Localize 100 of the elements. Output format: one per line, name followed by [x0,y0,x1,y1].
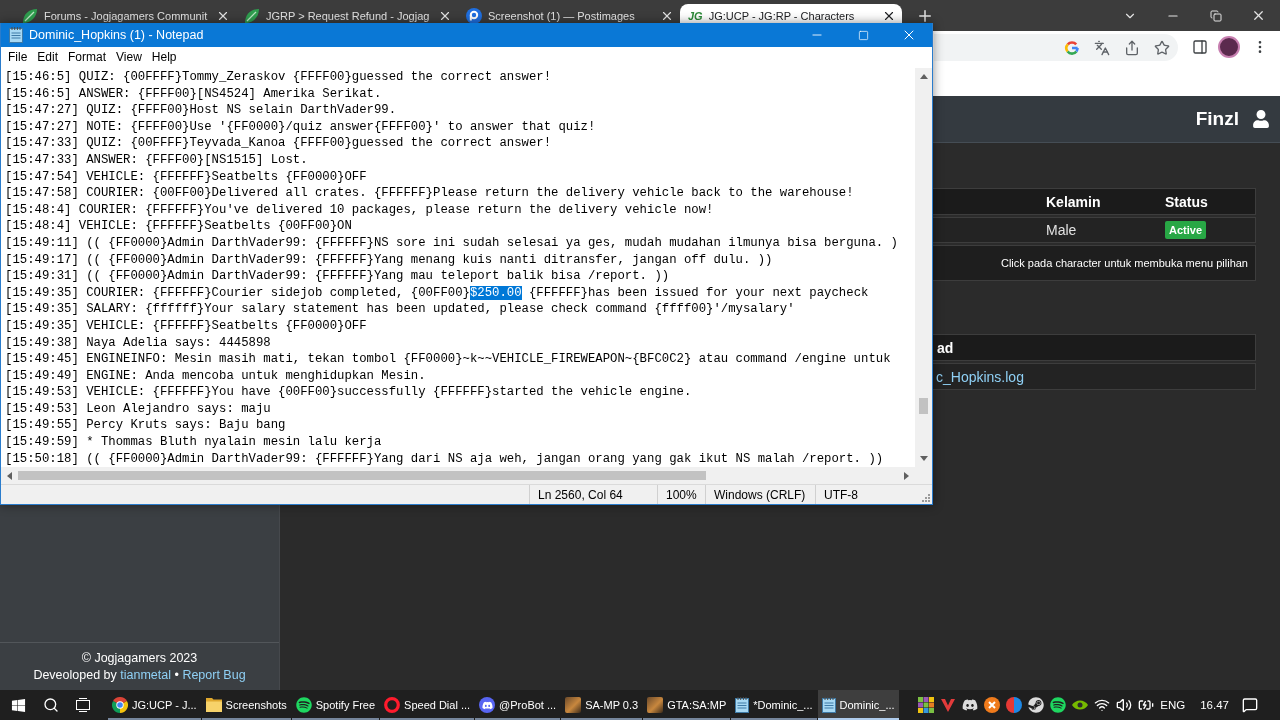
menu-item[interactable]: File [3,47,33,68]
restore-icon[interactable] [1209,9,1222,22]
menu-item[interactable]: View [111,47,147,68]
text-line: [15:46:5] ANSWER: {FFFF00}[NS4524] Amerika Serikat. [5,85,383,103]
credit-text: Deveoloped by tianmetal • Report Bug [33,668,246,682]
color-grid-icon[interactable] [918,697,935,713]
p-badge-icon [466,8,482,24]
avatar-icon[interactable] [1218,36,1240,58]
encoding: UTF-8 [824,487,858,502]
menu-item[interactable]: Format [63,47,112,68]
speaker-icon[interactable] [1116,697,1133,713]
g-logo-icon[interactable] [1064,39,1080,56]
text-line: [15:49:35] SALARY: {ffffff}Your salary statement has been updated, please check command {ffff00}'/mysalary' [5,301,796,318]
window-title: Dominic_Hopkins (1) - Notepad [29,28,204,42]
taskbar-app[interactable]: JG:UCP - J... [108,690,201,720]
taskbar-app[interactable]: GTA:SA:MP [643,690,731,720]
text-line: [15:49:49] ENGINE: Anda mencoba untuk menghidupkan Mesin. [5,367,427,385]
text-line: [15:49:55] Percy Kruts says: Baju bang [5,417,287,435]
text-line: [15:49:45] ENGINEINFO: Mesin masih mati, tekan tombol {FF0000}~k~~VEHICLE_FIREWEAPON~{BFC0C2} atau command /engine untuk [5,351,892,368]
text-line: [15:47:33] ANSWER: {FFFF00}[NS1515] Lost. [5,151,309,169]
scrollbar-thumb[interactable] [919,398,928,414]
text-line: [15:49:35] COURIER: {FFFFFF}Courier sidejob completed, {00FF00}$250.00 {FFFFFF}has been issued for your next paycheck [5,284,870,302]
triangle-left-icon[interactable] [7,471,12,480]
resize-grip-icon[interactable] [921,493,930,502]
close-icon[interactable] [660,9,674,23]
author-link[interactable]: tianmetal [120,668,171,682]
split-circle-icon[interactable] [1006,697,1023,713]
address-bar[interactable] [934,34,1178,61]
text-line: [15:46:5] QUIZ: {00FFFF}Tommy_Zeraskov {FFFF00}guessed the correct answer! [5,69,553,86]
vertical-scrollbar[interactable] [915,68,932,467]
leaf-logo-icon [22,8,38,24]
cursor-position: Ln 2560, Col 64 [538,487,623,502]
x-circle-icon[interactable] [984,697,1001,713]
taskbar-app[interactable]: Spotify Free [291,690,380,720]
hint-text: Click pada character untuk membuka menu pilihan [1000,257,1248,269]
text-selection: $250.00 [469,285,522,300]
game-art-icon [647,697,664,713]
taskbar-app[interactable]: @ProBot ... [475,690,561,720]
text-line: [15:47:27] NOTE: {FFFF00}Use '{FF0000}/quiz answer{FFFF00}' to answer that quiz! [5,118,597,136]
share-icon[interactable] [1124,39,1140,56]
text-line: [15:49:17] (( {FF0000}Admin DarthVader99: {FFFFFF}Yang menang kuis nanti ditransfer, jangan off dulu. )) [5,251,774,269]
leaf-logo-icon [244,8,260,24]
taskbar-app[interactable]: Screenshots [201,690,291,720]
game-art-icon [565,697,582,713]
controller-face-icon[interactable] [962,697,979,713]
wifi-icon[interactable] [1094,697,1111,713]
triangle-up-icon[interactable] [919,74,928,79]
user-name[interactable]: Finzl [1195,108,1239,130]
triangle-down-icon[interactable] [919,456,928,461]
browser-tab[interactable]: JGRP > Request Refund - Jogjag [236,4,458,23]
taskbar-app[interactable]: Dominic_... [817,690,899,720]
taskbar-app[interactable]: *Dominic_... [731,690,817,720]
text-line: [15:49:59] * Thommas Bluth nyalain mesin lalu kerja [5,434,383,451]
zoom-level: 100% [666,487,697,502]
text-line: [15:49:53] Leon Alejandro says: maju [5,400,272,418]
column-header: ad [937,339,954,356]
star-icon[interactable] [1154,39,1170,56]
text-line: [15:47:27] QUIZ: {FFFF00}Host NS selain DarthVader99. [5,102,398,119]
four-panes-logo-icon[interactable] [10,697,26,713]
close-icon[interactable] [438,9,452,23]
clock[interactable]: 16.47 [1200,699,1229,711]
text-line: [15:49:53] VEHICLE: {FFFFFF}You have {00FF00}successfully {FFFFFF}started the vehicle engine. [5,384,693,401]
text-line: [15:50:18] (( {FF0000}Admin DarthVader99: {FFFFFF}Yang dari NS aja weh, jangan orang yang gak ikut NS malah /report. )) [5,450,885,467]
folder-icon [205,698,222,712]
scrollbar-thumb[interactable] [18,471,706,480]
text-line: [15:48:4] COURIER: {FFFFFF}You've delivered 10 packages, please return the delivery vehicle now! [5,201,715,219]
menu-item[interactable]: Help [146,47,182,68]
text-line: [15:47:33] QUIZ: {00FFFF}Teyvada_Kanoa {FFFF00}guessed the correct answer! [5,135,553,152]
close-icon[interactable] [216,9,230,23]
task-view-icon[interactable] [75,697,91,713]
report-bug-link[interactable]: Report Bug [182,668,246,682]
battery-icon[interactable] [1138,697,1155,713]
close-icon[interactable] [882,9,896,23]
search-icon[interactable] [43,697,59,713]
text-line: [15:49:38] Naya Adelia says: 4445898 [5,334,272,352]
file-link[interactable]: c_Hopkins.log [936,368,1024,385]
piston-logo-icon[interactable] [1028,697,1045,713]
ring-icon [384,697,401,713]
notepad-icon [9,27,23,43]
status-badge: Active [1165,221,1207,239]
browser-tab[interactable]: JG JG:UCP - JG:RP - Characters [680,4,902,23]
translate-icon[interactable] [1094,39,1110,56]
plus-icon[interactable] [916,7,934,25]
eye-logo-icon[interactable] [1072,699,1089,711]
close-icon[interactable] [1251,8,1266,23]
maximize-icon[interactable] [857,29,869,41]
line-ending: Windows (CRLF) [714,487,806,502]
text-line: [15:49:35] VEHICLE: {FFFFFF}Seatbelts {FF0000}OFF [5,317,368,335]
text-line: [15:47:54] VEHICLE: {FFFFFF}Seatbelts {FF0000}OFF [5,168,368,186]
taskbar-app[interactable]: Speed Dial ... [380,690,475,720]
menu-item[interactable]: Edit [32,47,64,68]
language-indicator[interactable]: ENG [1160,699,1186,711]
side-panel-icon[interactable] [1192,39,1208,55]
table-cell: Male [1046,222,1077,238]
notification-icon[interactable] [1242,697,1258,713]
triangle-right-icon[interactable] [904,471,909,480]
browser-tab[interactable]: Forums - Jogjagamers Communit [14,4,236,23]
user-icon[interactable] [1252,110,1270,128]
taskbar-app[interactable]: SA-MP 0.3 [561,690,643,720]
v-logo-icon[interactable] [940,697,957,713]
